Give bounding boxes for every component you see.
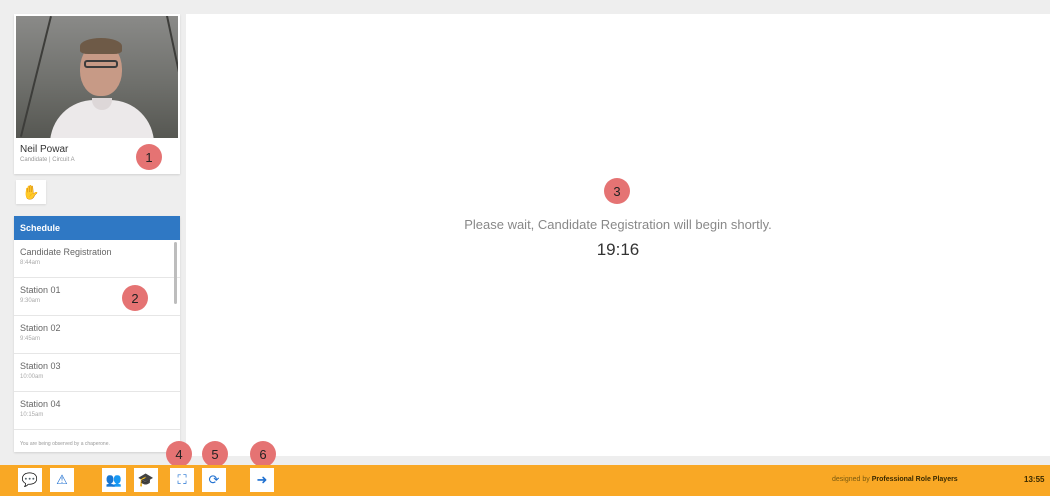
profile-role: Candidate | Circuit A bbox=[20, 157, 75, 163]
schedule-item-time: 10:00am bbox=[20, 374, 44, 380]
clock: 13:55 bbox=[1024, 475, 1045, 484]
sidebar: Neil Powar Candidate | Circuit A ✋ Sched… bbox=[14, 14, 180, 452]
alert-button[interactable]: ⚠ bbox=[50, 468, 74, 492]
marker-1: 1 bbox=[136, 144, 162, 170]
chat-icon: 💬 bbox=[21, 472, 39, 487]
schedule-item-time: 10:15am bbox=[20, 412, 44, 418]
schedule-panel: Schedule Candidate Registration 8:44am S… bbox=[14, 216, 180, 452]
schedule-item[interactable]: Station 04 10:15am bbox=[14, 392, 180, 430]
fullscreen-icon: ⛶ bbox=[177, 472, 187, 487]
schedule-item-time: 9:30am bbox=[20, 298, 41, 304]
waiting-message: Please wait, Candidate Registration will… bbox=[464, 217, 772, 232]
main-panel: Please wait, Candidate Registration will… bbox=[186, 14, 1050, 456]
marker-5: 5 bbox=[202, 441, 228, 467]
fullscreen-button[interactable]: ⛶ bbox=[170, 468, 194, 492]
schedule-item[interactable]: Station 01 9:30am bbox=[14, 278, 180, 316]
schedule-header: Schedule bbox=[14, 216, 180, 240]
refresh-button[interactable]: ⟳ bbox=[202, 468, 226, 492]
logout-icon: ➜ bbox=[256, 472, 268, 487]
schedule-item-title: Station 01 bbox=[20, 285, 61, 295]
schedule-item-title: Station 03 bbox=[20, 361, 61, 371]
designed-by-brand: Professional Role Players bbox=[871, 476, 958, 483]
marker-6: 6 bbox=[250, 441, 276, 467]
chat-button[interactable]: 💬 bbox=[18, 468, 42, 492]
examiner-button[interactable]: 🎓 bbox=[134, 468, 158, 492]
schedule-item[interactable]: Station 03 10:00am bbox=[14, 354, 180, 392]
refresh-icon: ⟳ bbox=[208, 472, 220, 487]
user-settings-button[interactable]: 👥 bbox=[102, 468, 126, 492]
schedule-item-title: Station 02 bbox=[20, 323, 61, 333]
schedule-item-title: Candidate Registration bbox=[20, 247, 112, 257]
webcam-video bbox=[16, 16, 178, 138]
schedule-item[interactable]: Candidate Registration 8:44am bbox=[14, 240, 180, 278]
marker-2: 2 bbox=[122, 285, 148, 311]
graduation-cap-icon: 🎓 bbox=[137, 472, 155, 487]
warning-icon: ⚠ bbox=[56, 472, 68, 487]
designed-by-prefix: designed by bbox=[832, 476, 870, 483]
designed-by: designed by Professional Role Players bbox=[832, 476, 958, 483]
schedule-item-title: Station 04 bbox=[20, 399, 61, 409]
marker-3: 3 bbox=[604, 178, 630, 204]
schedule-item-time: 8:44am bbox=[20, 260, 41, 266]
schedule-scrollbar[interactable] bbox=[174, 242, 177, 304]
chaperone-notice: You are being observed by a chaperone. bbox=[20, 441, 110, 447]
schedule-item-time: 9:45am bbox=[20, 336, 41, 342]
countdown-timer: 19:16 bbox=[596, 240, 640, 259]
user-settings-icon: 👥 bbox=[105, 472, 123, 487]
hand-icon: ✋ bbox=[22, 183, 40, 200]
schedule-item[interactable]: Station 02 9:45am bbox=[14, 316, 180, 354]
profile-name: Neil Powar bbox=[20, 144, 69, 155]
logout-button[interactable]: ➜ bbox=[250, 468, 274, 492]
bottom-toolbar: 💬 ⚠ 👥 🎓 ⛶ ⟳ ➜ designed by Professional R… bbox=[0, 465, 1050, 496]
raise-hand-button[interactable]: ✋ bbox=[16, 180, 46, 204]
marker-4: 4 bbox=[166, 441, 192, 467]
